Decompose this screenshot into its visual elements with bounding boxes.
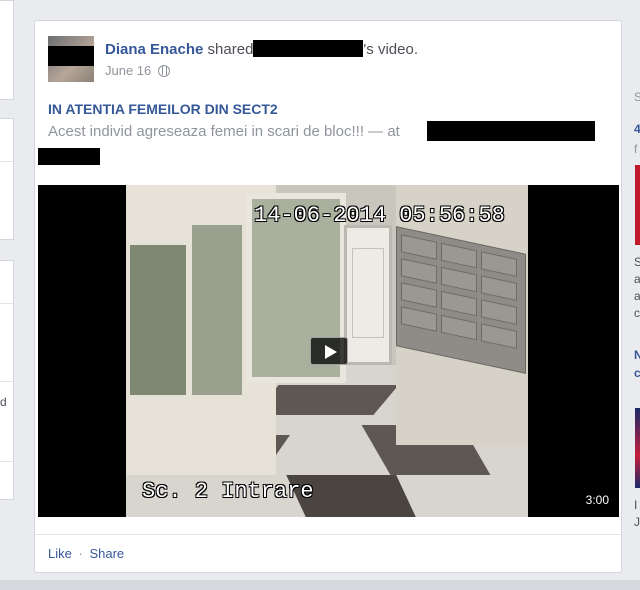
like-button[interactable]: Like [48, 546, 72, 561]
redacted-tag-continued [38, 148, 100, 165]
play-icon[interactable] [310, 337, 348, 365]
left-fragment-text: d [0, 395, 7, 409]
right-fragment: f [634, 142, 638, 156]
video-player[interactable]: 14-06-2014 05:56:58 Sc. 2 Intrare 3:00 [38, 185, 619, 517]
shared-text: shared [207, 41, 254, 58]
left-card-top [0, 0, 14, 100]
post-text: Acest individ agreseaza femei in scari d… [48, 123, 400, 140]
post-date: June 16 [105, 63, 170, 78]
post-actions: Like · Share [48, 546, 124, 561]
right-fragment[interactable]: N [634, 348, 640, 362]
bottom-bar [0, 580, 640, 590]
left-card-bottom: d [0, 260, 14, 500]
right-fragment[interactable]: c [634, 366, 640, 380]
camera-label: Sc. 2 Intrare [142, 479, 314, 504]
feed-post: Diana Enache shared 's video. June 16 IN … [34, 20, 622, 573]
right-fragment: a [634, 272, 640, 286]
shared-suffix: 's video. [363, 41, 418, 58]
globe-icon[interactable] [157, 65, 170, 77]
video-duration: 3:00 [585, 493, 609, 507]
right-ad-image[interactable] [635, 408, 640, 488]
video-timestamp: 14-06-2014 05:56:58 [254, 203, 505, 228]
post-header: Diana Enache shared 's video. [105, 40, 418, 58]
right-fragment: J [634, 515, 640, 529]
left-card-middle [0, 118, 14, 240]
share-button[interactable]: Share [89, 546, 124, 561]
redacted-name [253, 40, 364, 57]
right-fragment: c [634, 306, 640, 320]
action-separator: · [78, 546, 83, 561]
right-fragment: S [634, 90, 640, 104]
right-ad-image[interactable] [635, 165, 640, 245]
avatar[interactable] [48, 36, 94, 82]
right-fragment: S [634, 255, 640, 269]
date-link[interactable]: June 16 [105, 63, 151, 78]
post-title: IN ATENTIA FEMEILOR DIN SECT2 [48, 101, 278, 117]
right-fragment[interactable]: 4 [634, 122, 640, 136]
right-fragment: I [634, 498, 638, 512]
right-fragment: a [634, 289, 640, 303]
redacted-tag [427, 121, 595, 141]
author-link[interactable]: Diana Enache [105, 41, 203, 58]
